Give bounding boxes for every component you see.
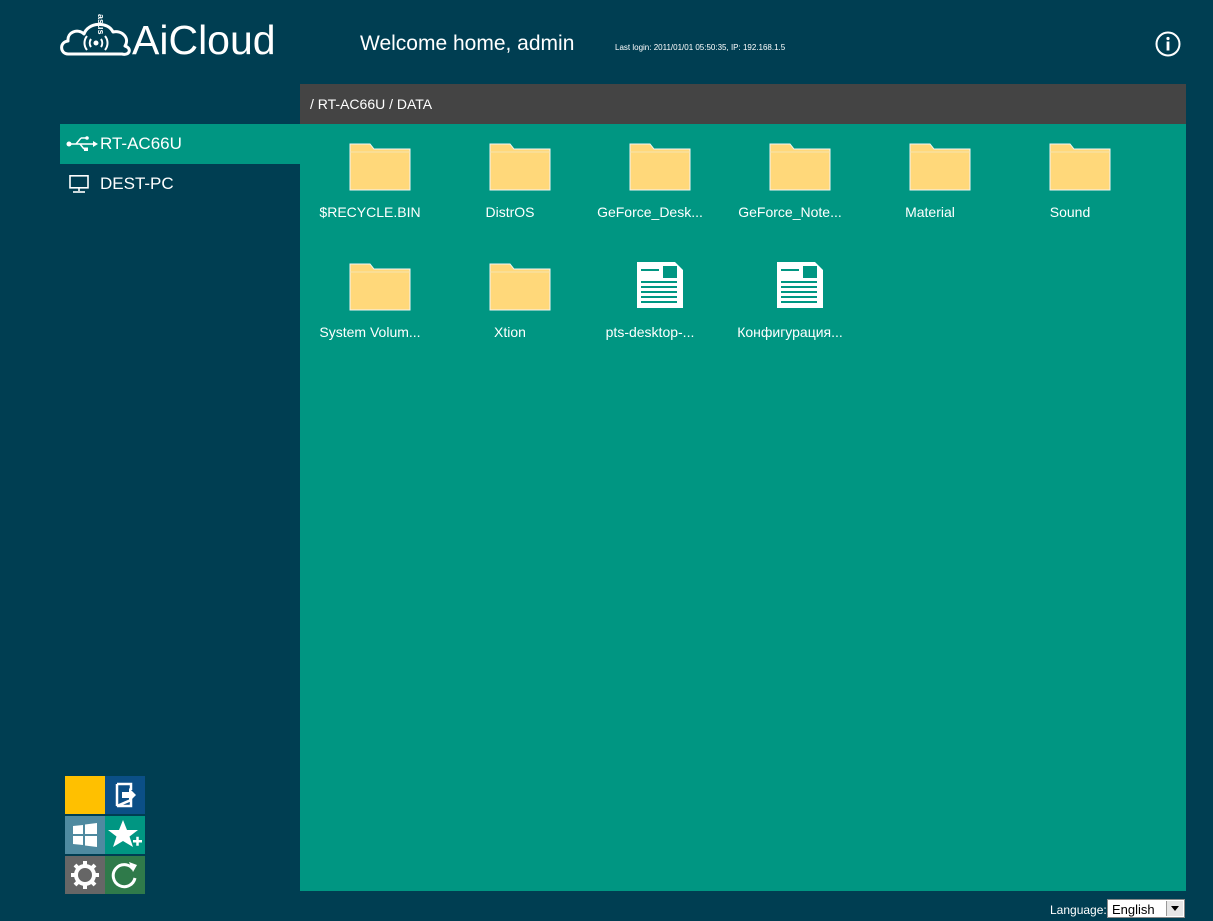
sidebar-item-rt-ac66u[interactable]: RT-AC66U [60, 124, 300, 164]
folder-name: GeForce_Desk... [597, 204, 703, 220]
info-button[interactable] [1155, 31, 1181, 57]
folder-name: System Volum... [319, 324, 421, 340]
sidebar-item-dest-pc[interactable]: DEST-PC [60, 164, 300, 204]
aicloud-logo: asus AiCloud [58, 12, 298, 64]
logo-title: AiCloud [132, 17, 276, 63]
folder-item[interactable]: Sound [1010, 124, 1130, 234]
file-item[interactable]: Конфигурация... [730, 244, 850, 354]
folder-icon [769, 143, 831, 191]
file-browser: $RECYCLE.BIN DistrOS GeForce_Desk... GeF… [300, 124, 1186, 891]
folder-name: Xtion [494, 324, 526, 340]
breadcrumb-path[interactable]: / RT-AC66U / DATA [310, 96, 432, 112]
folder-item[interactable]: GeForce_Desk... [590, 124, 710, 234]
language-selected-value: English [1112, 902, 1155, 917]
file-name: pts-desktop-... [605, 324, 695, 340]
info-icon [1155, 31, 1181, 57]
blank-tile[interactable] [65, 776, 105, 814]
folder-icon [629, 143, 691, 191]
favorite-add-icon [108, 820, 142, 847]
folder-icon [349, 143, 411, 191]
document-icon [777, 262, 823, 308]
logout-button[interactable] [105, 776, 145, 814]
welcome-message: Welcome home, admin [360, 32, 575, 55]
last-login-info: Last login: 2011/01/01 05:50:35, IP: 192… [615, 43, 786, 52]
sidebar-item-label: DEST-PC [100, 174, 174, 193]
sidebar-item-label: RT-AC66U [100, 134, 182, 153]
folder-item[interactable]: $RECYCLE.BIN [310, 124, 430, 234]
folder-name: $RECYCLE.BIN [319, 204, 421, 220]
asus-brand-text: asus [96, 14, 106, 35]
folder-icon [489, 143, 551, 191]
file-item[interactable]: pts-desktop-... [590, 244, 710, 354]
folder-name: GeForce_Note... [738, 204, 842, 220]
folder-icon [1049, 143, 1111, 191]
folder-item[interactable]: System Volum... [310, 244, 430, 354]
sidebar: RT-AC66U DEST-PC [60, 124, 300, 204]
file-name: Конфигурация... [737, 324, 843, 340]
windows-icon [73, 823, 97, 847]
language-select[interactable]: English [1107, 899, 1185, 918]
folder-item[interactable]: Material [870, 124, 990, 234]
refresh-icon [111, 862, 137, 889]
chevron-down-icon[interactable] [1166, 901, 1183, 916]
folder-icon [909, 143, 971, 191]
language-label: Language: [1050, 903, 1107, 917]
document-icon [637, 262, 683, 308]
folder-icon [349, 263, 411, 311]
cloud-logo-icon: asus [60, 14, 131, 56]
folder-name: DistrOS [485, 204, 535, 220]
settings-button[interactable] [65, 856, 105, 894]
add-favorite-button[interactable] [105, 816, 145, 854]
folder-item[interactable]: DistrOS [450, 124, 570, 234]
monitor-icon [69, 175, 89, 193]
windows-button[interactable] [65, 816, 105, 854]
folder-item[interactable]: GeForce_Note... [730, 124, 850, 234]
folder-name: Sound [1049, 204, 1091, 220]
quick-action-tiles [65, 776, 145, 894]
folder-icon [489, 263, 551, 311]
folder-name: Material [905, 204, 955, 220]
gear-icon [71, 861, 99, 889]
refresh-button[interactable] [105, 856, 145, 894]
logout-icon [115, 782, 136, 808]
usb-icon [66, 136, 98, 151]
folder-item[interactable]: Xtion [450, 244, 570, 354]
breadcrumb: / RT-AC66U / DATA [300, 84, 1186, 124]
